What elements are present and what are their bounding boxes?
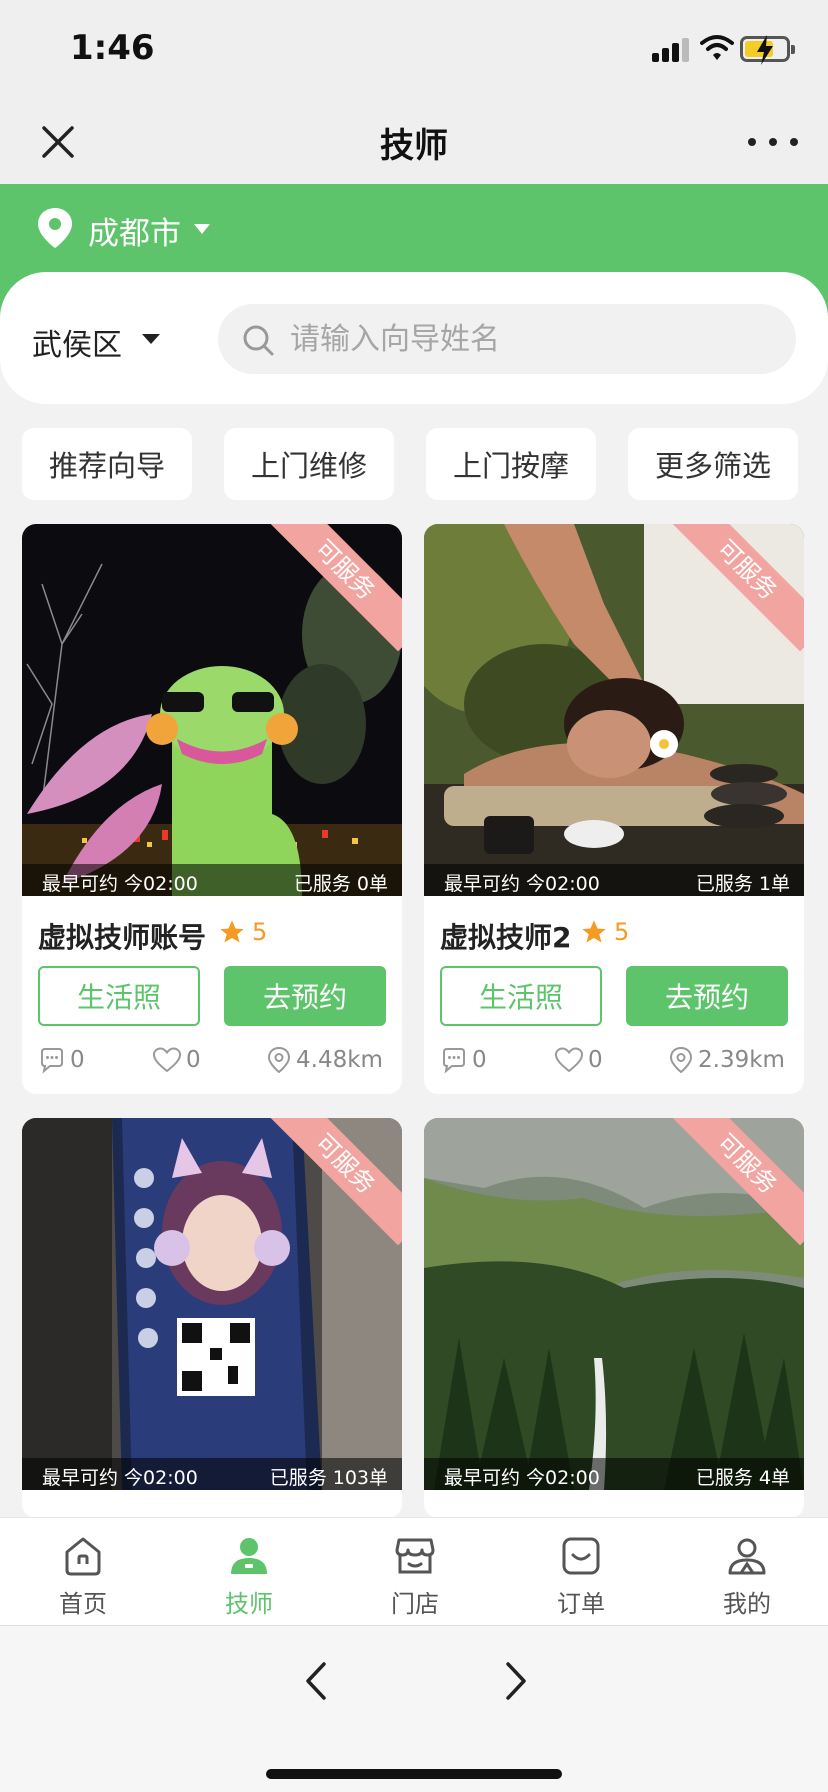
search-panel: 武侯区 [0, 272, 828, 404]
technician-name: 虚拟技师账号 [38, 921, 207, 954]
rating-value: 5 [252, 918, 268, 946]
technician-card[interactable]: 可服务 最早可约 今02:00 已服务 103单 [22, 1118, 402, 1518]
technician-icon [231, 1538, 267, 1574]
order-icon [562, 1537, 600, 1575]
technician-photo[interactable]: 可服务 最早可约 今02:00 已服务 1单 [424, 524, 804, 896]
tab-profile[interactable]: 我的 [664, 1518, 828, 1626]
city-selector[interactable]: 成都市 [88, 208, 181, 253]
status-bar: 1:46 [0, 0, 828, 100]
home-icon [65, 1537, 101, 1576]
like-count: 0 [588, 1047, 603, 1073]
home-indicator[interactable] [266, 1769, 562, 1779]
earliest-time: 最早可约 今02:00 [444, 1467, 600, 1489]
bottom-tab-bar: 首页 技师 门店 订单 我的 [0, 1517, 828, 1625]
technician-photo[interactable]: 可服务 最早可约 今02:00 已服务 103单 [22, 1118, 402, 1490]
life-photo-button[interactable]: 生活照 [38, 966, 200, 1026]
info-strip: 最早可约 今02:00 已服务 103单 [22, 1458, 402, 1490]
technician-photo[interactable]: 可服务 最早可约 今02:00 已服务 4单 [424, 1118, 804, 1490]
comment-stat[interactable]: 0 [440, 1046, 487, 1074]
caret-down-icon[interactable] [142, 334, 160, 344]
served-count: 已服务 4单 [695, 1467, 790, 1489]
cellular-signal-icon [652, 38, 692, 62]
star-icon [220, 920, 244, 943]
book-button[interactable]: 去预约 [224, 966, 386, 1026]
tab-store[interactable]: 门店 [332, 1518, 498, 1626]
technician-card[interactable]: 可服务 最早可约 今02:00 已服务 1单 虚拟技师2 5 生活照 去预约 0… [424, 524, 804, 1094]
technician-card[interactable]: 可服务 最早可约 今02:00 已服务 4单 [424, 1118, 804, 1518]
star-icon [582, 920, 606, 943]
distance-stat: 4.48km [266, 1046, 383, 1074]
search-input[interactable] [290, 314, 770, 364]
chip-home-massage[interactable]: 上门按摩 [426, 428, 596, 500]
distance: 2.39km [698, 1047, 785, 1073]
comment-stat[interactable]: 0 [38, 1046, 85, 1074]
tab-technician[interactable]: 技师 [166, 1518, 332, 1626]
served-count: 已服务 0单 [293, 873, 388, 895]
tab-label: 我的 [723, 1590, 771, 1618]
served-count: 已服务 1单 [695, 873, 790, 895]
battery-icon [740, 35, 795, 65]
chip-home-repair[interactable]: 上门维修 [224, 428, 394, 500]
distance: 4.48km [296, 1047, 383, 1073]
chevron-left-icon[interactable] [296, 1656, 336, 1706]
store-icon [395, 1538, 435, 1574]
technician-photo[interactable]: 可服务 最早可约 今02:00 已服务 0单 [22, 524, 402, 896]
location-pin-icon [38, 208, 72, 248]
tab-label: 订单 [557, 1590, 605, 1618]
browser-nav-bar [0, 1625, 828, 1792]
info-strip: 最早可约 今02:00 已服务 0单 [22, 864, 402, 896]
tab-label: 首页 [59, 1590, 107, 1618]
search-icon [243, 325, 274, 356]
chevron-right-icon[interactable] [496, 1656, 536, 1706]
chip-more-filters[interactable]: 更多筛选 [628, 428, 798, 500]
life-photo-button[interactable]: 生活照 [440, 966, 602, 1026]
caret-down-icon[interactable] [194, 224, 210, 234]
info-strip: 最早可约 今02:00 已服务 1单 [424, 864, 804, 896]
comment-icon [41, 1048, 63, 1074]
comment-count: 0 [472, 1047, 487, 1073]
served-count: 已服务 103单 [269, 1467, 388, 1489]
more-menu-icon[interactable] [748, 120, 798, 164]
search-box[interactable] [218, 304, 796, 374]
comment-count: 0 [70, 1047, 85, 1073]
like-stat[interactable]: 0 [152, 1046, 201, 1074]
chip-recommended[interactable]: 推荐向导 [22, 428, 192, 500]
heart-icon [152, 1047, 182, 1073]
location-pin-icon [267, 1046, 291, 1074]
distance-stat: 2.39km [668, 1046, 785, 1074]
status-time: 1:46 [70, 28, 155, 68]
tab-orders[interactable]: 订单 [498, 1518, 664, 1626]
info-strip: 最早可约 今02:00 已服务 4单 [424, 1458, 804, 1490]
nav-bar: 技师 [0, 100, 828, 184]
page-title: 技师 [380, 126, 448, 166]
profile-icon [728, 1538, 766, 1575]
district-selector[interactable]: 武侯区 [32, 320, 122, 364]
tab-home[interactable]: 首页 [0, 1518, 166, 1626]
comment-icon [443, 1048, 465, 1074]
rating: 5 [218, 918, 267, 946]
rating: 5 [580, 918, 629, 946]
rating-value: 5 [614, 918, 630, 946]
wifi-icon [700, 35, 734, 60]
technician-name: 虚拟技师2 [440, 921, 572, 954]
earliest-time: 最早可约 今02:00 [42, 1467, 198, 1489]
tab-label: 技师 [225, 1590, 273, 1618]
tab-label: 门店 [391, 1590, 439, 1618]
heart-icon [554, 1047, 584, 1073]
like-stat[interactable]: 0 [554, 1046, 603, 1074]
earliest-time: 最早可约 今02:00 [444, 873, 600, 895]
technician-card[interactable]: 可服务 最早可约 今02:00 已服务 0单 虚拟技师账号 5 生活照 去预约 … [22, 524, 402, 1094]
location-pin-icon [669, 1046, 693, 1074]
earliest-time: 最早可约 今02:00 [42, 873, 198, 895]
like-count: 0 [186, 1047, 201, 1073]
book-button[interactable]: 去预约 [626, 966, 788, 1026]
